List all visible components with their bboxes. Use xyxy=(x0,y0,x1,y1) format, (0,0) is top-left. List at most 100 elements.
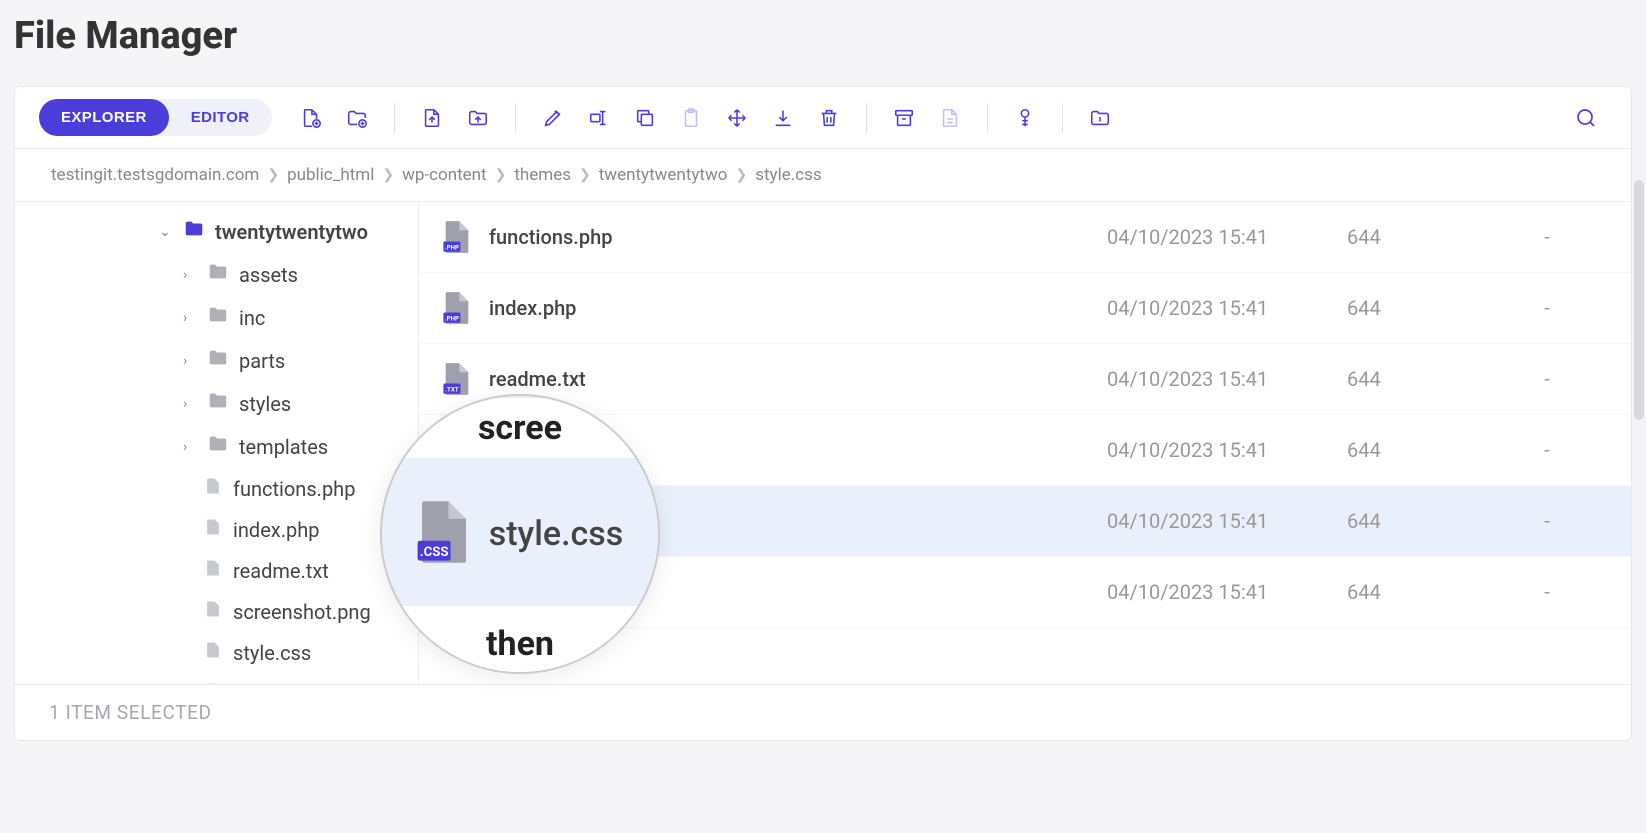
chevron-down-icon[interactable]: ⌄ xyxy=(159,224,173,240)
file-name: functions.php xyxy=(489,225,1107,249)
tree-label: index.php xyxy=(233,518,319,542)
tree-label: styles xyxy=(239,392,291,416)
upload-file-icon[interactable] xyxy=(411,101,453,135)
file-icon xyxy=(203,640,223,665)
separator xyxy=(1062,103,1063,133)
file-extra: - xyxy=(1487,296,1607,320)
file-permissions: 644 xyxy=(1347,580,1487,604)
breadcrumb-item[interactable]: themes xyxy=(514,165,571,185)
move-icon[interactable] xyxy=(716,101,758,135)
tree-folder[interactable]: › assets xyxy=(15,253,418,296)
table-row[interactable]: screenshot.png 04/10/2023 15:41 644 - xyxy=(419,415,1631,486)
tree-folder[interactable]: › templates xyxy=(15,425,418,468)
file-date: 04/10/2023 15:41 xyxy=(1107,580,1347,604)
folder-tree[interactable]: ⌄ twentytwentytwo › assets › inc xyxy=(15,202,419,684)
file-date: 04/10/2023 15:41 xyxy=(1107,296,1347,320)
breadcrumb-item[interactable]: public_html xyxy=(287,165,374,185)
file-name: index.php xyxy=(489,296,1107,320)
file-name: style.css xyxy=(489,509,1107,533)
chevron-right-icon[interactable]: › xyxy=(183,396,197,412)
svg-text:.TXT: .TXT xyxy=(445,385,459,393)
breadcrumb-item[interactable]: style.css xyxy=(755,165,821,185)
chevron-right-icon: ❯ xyxy=(495,167,507,183)
file-date: 04/10/2023 15:41 xyxy=(1107,509,1347,533)
edit-icon[interactable] xyxy=(532,101,574,135)
paste-icon[interactable] xyxy=(670,101,712,135)
search-icon[interactable] xyxy=(1565,101,1607,135)
file-extra: - xyxy=(1487,580,1607,604)
tree-label: screenshot.png xyxy=(233,600,371,624)
file-permissions: 644 xyxy=(1347,367,1487,391)
separator xyxy=(515,103,516,133)
file-name: readme.txt xyxy=(489,367,1107,391)
chevron-right-icon: ❯ xyxy=(382,167,394,183)
view-tabs: EXPLORER EDITOR xyxy=(39,99,272,136)
table-row[interactable]: theme.json 04/10/2023 15:41 644 - xyxy=(419,557,1631,628)
file-icon xyxy=(203,476,223,501)
file-extra: - xyxy=(1487,225,1607,249)
file-permissions: 644 xyxy=(1347,296,1487,320)
file-type-icon: .PHP xyxy=(443,220,489,254)
folder-icon xyxy=(207,433,229,460)
file-list[interactable]: .PHP functions.php 04/10/2023 15:41 644 … xyxy=(419,202,1631,684)
delete-icon[interactable] xyxy=(808,101,850,135)
table-row[interactable]: .CSS style.css 04/10/2023 15:41 644 - xyxy=(419,486,1631,557)
info-folder-icon[interactable] xyxy=(1079,101,1121,135)
tree-file[interactable]: style.css xyxy=(15,632,418,673)
breadcrumb-item[interactable]: twentytwentytwo xyxy=(599,165,728,185)
tree-file[interactable]: readme.txt xyxy=(15,550,418,591)
file-extra: - xyxy=(1487,438,1607,462)
file-type-icon: .PHP xyxy=(443,291,489,325)
chevron-right-icon[interactable]: › xyxy=(183,439,197,455)
tree-folder[interactable]: › parts xyxy=(15,339,418,382)
tab-editor[interactable]: EDITOR xyxy=(169,99,272,136)
chevron-right-icon[interactable]: › xyxy=(183,310,197,326)
new-folder-icon[interactable] xyxy=(336,101,378,135)
archive-icon[interactable] xyxy=(883,101,925,135)
file-type-icon xyxy=(443,433,489,467)
chevron-right-icon[interactable]: › xyxy=(183,267,197,283)
copy-icon[interactable] xyxy=(624,101,666,135)
file-permissions: 644 xyxy=(1347,225,1487,249)
rename-icon[interactable] xyxy=(578,101,620,135)
status-bar: 1 ITEM SELECTED xyxy=(15,684,1631,740)
tree-folder-expanded[interactable]: ⌄ twentytwentytwo xyxy=(15,210,418,253)
file-type-icon: .TXT xyxy=(443,362,489,396)
tree-folder[interactable]: › inc xyxy=(15,296,418,339)
folder-icon xyxy=(207,347,229,374)
scrollbar-vertical[interactable] xyxy=(1634,180,1644,420)
chevron-right-icon: ❯ xyxy=(579,167,591,183)
file-date: 04/10/2023 15:41 xyxy=(1107,438,1347,462)
breadcrumb-item[interactable]: testingit.testsgdomain.com xyxy=(51,165,259,185)
tree-file[interactable]: functions.php xyxy=(15,468,418,509)
extract-icon[interactable] xyxy=(929,101,971,135)
tree-folder[interactable]: › styles xyxy=(15,382,418,425)
page-title: File Manager xyxy=(14,14,1632,58)
table-row[interactable]: .TXT readme.txt 04/10/2023 15:41 644 - xyxy=(419,344,1631,415)
file-name: theme.json xyxy=(489,580,1107,604)
tree-label: style.css xyxy=(233,641,311,665)
folder-icon xyxy=(207,261,229,288)
tree-label: templates xyxy=(239,435,328,459)
chevron-right-icon[interactable]: › xyxy=(183,353,197,369)
file-date: 04/10/2023 15:41 xyxy=(1107,367,1347,391)
file-name: screenshot.png xyxy=(489,438,1107,462)
tree-label: parts xyxy=(239,349,285,373)
chevron-right-icon: ❯ xyxy=(735,167,747,183)
new-file-icon[interactable] xyxy=(290,101,332,135)
tree-label: theme.json xyxy=(233,682,332,685)
upload-folder-icon[interactable] xyxy=(457,101,499,135)
table-row[interactable]: .PHP functions.php 04/10/2023 15:41 644 … xyxy=(419,202,1631,273)
tab-explorer[interactable]: EXPLORER xyxy=(39,99,169,136)
tree-label: twentytwentytwo xyxy=(215,220,368,244)
permissions-icon[interactable] xyxy=(1004,101,1046,135)
download-icon[interactable] xyxy=(762,101,804,135)
tree-file[interactable]: theme.json xyxy=(15,673,418,684)
tree-file[interactable]: screenshot.png xyxy=(15,591,418,632)
file-icon xyxy=(203,599,223,624)
tree-label: assets xyxy=(239,263,298,287)
breadcrumb-item[interactable]: wp-content xyxy=(402,165,487,185)
table-row[interactable]: .PHP index.php 04/10/2023 15:41 644 - xyxy=(419,273,1631,344)
tree-file[interactable]: index.php xyxy=(15,509,418,550)
separator xyxy=(987,103,988,133)
